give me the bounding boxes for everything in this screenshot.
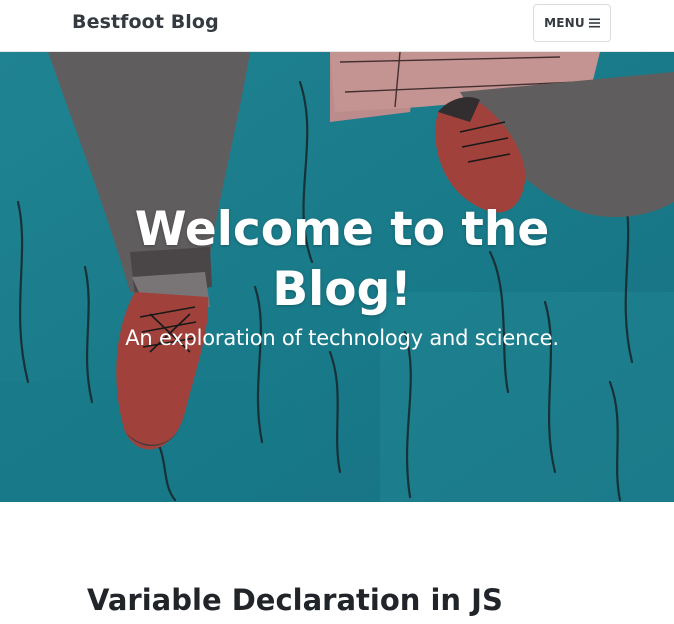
hero-subtitle: An exploration of technology and science… — [125, 326, 559, 350]
site-brand[interactable]: Bestfoot Blog — [72, 11, 219, 33]
menu-label: MENU — [544, 16, 585, 30]
top-navbar: Bestfoot Blog MENU — [0, 0, 674, 52]
hero-banner: Welcome to the Blog! An exploration of t… — [0, 52, 674, 502]
hero-title: Welcome to the Blog! — [134, 202, 550, 317]
post-title[interactable]: Variable Declaration in JS — [87, 583, 503, 617]
hamburger-icon — [588, 18, 600, 28]
menu-button[interactable]: MENU — [533, 4, 611, 42]
